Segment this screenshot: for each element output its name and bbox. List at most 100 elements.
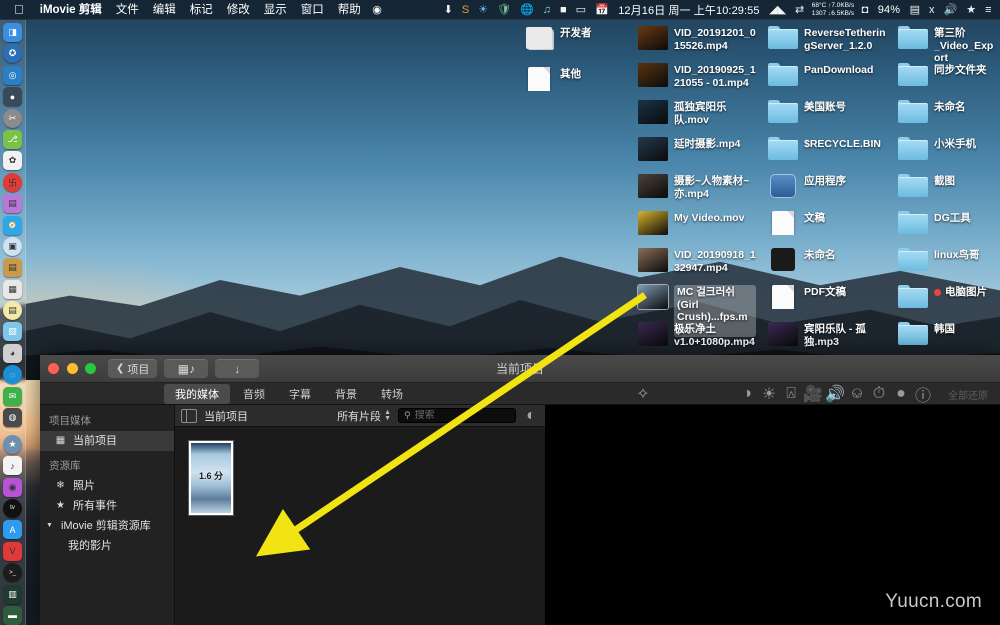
desktop-icon[interactable]: ReverseTetheringServer_1.2.0 (768, 26, 886, 52)
dock-item-activity-monitor[interactable]: ▥ (3, 584, 22, 604)
desktop-icon[interactable]: linux鸟哥 (898, 248, 998, 272)
desktop-icon[interactable]: 截图 (898, 174, 998, 198)
sidebar-group-imovie-library[interactable]: ▼ iMovie 剪辑资源库 (40, 516, 174, 536)
project-clip-thumbnail[interactable]: 1.6 分 (189, 441, 233, 515)
dock-item-app-gray-tool[interactable]: ✂ (3, 108, 22, 128)
color-correction-icon[interactable]: ☀ (758, 383, 780, 405)
desktop-icon[interactable]: 小米手机 (898, 137, 998, 161)
menu-item-modify[interactable]: 修改 (220, 0, 257, 20)
desktop-icon[interactable]: 极乐净土 v1.0+1080p.mp4 (638, 322, 756, 348)
wifi-icon[interactable]: ◘ (857, 4, 873, 16)
desktop-icon[interactable]: 美国账号 (768, 100, 886, 124)
dock-item-photos[interactable]: ✿ (3, 151, 22, 171)
battery-percent[interactable]: 94% (873, 4, 905, 16)
battery-chip-icon[interactable]: ▭ (571, 3, 590, 16)
desktop-icon[interactable]: 未命名 (768, 248, 886, 272)
desktop-icon[interactable]: 第三阶_Video_Export (898, 26, 998, 65)
shield-icon[interactable]: 🛡 (493, 3, 516, 16)
dock-item-notes[interactable]: ▤ (3, 258, 22, 278)
dock-item-finder[interactable]: ◨ (3, 23, 22, 42)
tab-0[interactable]: 我的媒体 (164, 383, 230, 404)
dock-item-android-studio[interactable]: ⎇ (3, 129, 22, 149)
star-icon[interactable]: ★ (962, 3, 981, 16)
desktop-icon[interactable]: PanDownload (768, 63, 886, 87)
desktop-icon[interactable]: My Video.mov (638, 211, 756, 235)
crop-icon[interactable]: ⍓ (780, 383, 802, 405)
info-icon[interactable]: ⓘ (912, 383, 934, 405)
sogou-icon[interactable]: S (457, 4, 473, 16)
menu-item-mark[interactable]: 标记 (183, 0, 220, 20)
dock-item-app-blue-round[interactable]: ◌ (3, 365, 22, 385)
search-field[interactable]: ⚲ (398, 408, 516, 423)
desktop-icon[interactable]: 同步文件夹 (898, 63, 998, 87)
filter-icon[interactable]: ● (890, 383, 912, 405)
menu-item-help[interactable]: 帮助 (331, 0, 368, 20)
dock-item-imovie[interactable]: ★ (3, 434, 22, 454)
dock-item-app-red[interactable]: 卐 (3, 172, 22, 192)
tab-4[interactable]: 转场 (370, 384, 414, 404)
bluetooth-icon[interactable]: x (925, 4, 940, 16)
dock-item-app-dark-ball[interactable]: ● (3, 87, 22, 107)
dock-item-calendar-app[interactable]: ▦ (3, 279, 22, 299)
desktop-icon[interactable]: 延时摄影.mp4 (638, 137, 756, 161)
browser-settings-icon[interactable]: ◐ (523, 405, 539, 427)
disclosure-triangle-icon[interactable]: ▼ (46, 519, 53, 533)
desktop-icon[interactable]: 应用程序 (768, 174, 886, 198)
dock-item-vivaldi[interactable]: V (3, 541, 22, 561)
browser-globe-icon[interactable]: ◉ (368, 3, 387, 16)
desktop-icon[interactable]: 摄影~人物素材~亦.mp4 (638, 174, 756, 200)
sidebar-item-photos[interactable]: ❄ 照片 (40, 476, 174, 496)
desktop-icon[interactable]: DG工具 (898, 211, 998, 235)
magic-wand-icon[interactable]: ✧ (632, 383, 654, 405)
switch-icon[interactable]: ⇄ (791, 3, 809, 16)
maximize-button[interactable] (85, 363, 96, 374)
chat-icon[interactable]: ☀ (474, 3, 493, 16)
equalizer-icon[interactable]: ⎉ (846, 383, 868, 405)
sidebar-item-current-project[interactable]: ▦ 当前项目 (40, 431, 174, 451)
sidebar-item-my-movies[interactable]: 我的影片 (40, 536, 174, 556)
preview-viewer[interactable]: Yuucn.com (545, 405, 1000, 625)
globe-icon[interactable]: 🌐 (516, 3, 539, 16)
clip-filter-select[interactable]: 所有片段 ▲ ▼ (337, 408, 391, 424)
tab-1[interactable]: 音频 (232, 384, 276, 404)
download-button[interactable]: ↓ (215, 359, 260, 378)
download-icon[interactable]: ⬇ (439, 3, 457, 16)
volume-icon[interactable]: 🔊 (824, 383, 846, 405)
dock-item-apple-tv[interactable]: tv (3, 498, 22, 518)
desktop-icon[interactable]: 宾阳乐队 - 孤独.mp3 (768, 322, 886, 348)
sidebar-toggle-icon[interactable] (181, 408, 197, 423)
sidebar-item-all-events[interactable]: ★ 所有事件 (40, 496, 174, 516)
mouse-icon[interactable]: ■ (555, 4, 571, 16)
dock-item-app-circle-blue[interactable]: ✪ (3, 44, 22, 64)
desktop-icon[interactable]: VID_20190918_132947.mp4 (638, 248, 756, 274)
dock-item-app-camera[interactable]: ◎ (3, 65, 22, 85)
close-button[interactable] (48, 363, 59, 374)
desktop-icon[interactable]: VID_20191201_015526.mp4 (638, 26, 756, 52)
dock-item-safari[interactable]: 🧭 (3, 215, 22, 235)
menu-item-window[interactable]: 窗口 (294, 0, 331, 20)
network-stats[interactable]: 68°C ↑7.0KB/s 1307 ↓6.5KB/s (809, 2, 857, 17)
dock-item-itunes-music[interactable]: ♪ (3, 456, 22, 476)
minimize-button[interactable] (66, 363, 78, 374)
import-media-button[interactable]: ▦♪ (164, 359, 209, 378)
desktop-icon[interactable]: 孤独宾阳乐队.mov (638, 100, 756, 126)
tab-2[interactable]: 字幕 (278, 384, 322, 404)
calendar-icon[interactable]: 📅 (591, 3, 614, 16)
tab-3[interactable]: 背景 (324, 384, 368, 404)
dock-item-preview[interactable]: ▣ (3, 236, 22, 256)
dock-item-terminal[interactable]: >_ (3, 563, 22, 583)
dock-item-app-store[interactable]: A (3, 520, 22, 540)
revert-all-button[interactable]: 全部还原 (948, 387, 988, 402)
dock-item-color-wheel[interactable]: ◕ (3, 343, 22, 363)
desktop-icon[interactable]: VID_20190925_121055 - 01.mp4 (638, 63, 756, 89)
desktop-icon[interactable]: PDF文稿 (768, 285, 886, 309)
apple-menu-icon[interactable]:  (4, 0, 33, 20)
menu-item-edit[interactable]: 编辑 (146, 0, 183, 20)
back-to-projects-button[interactable]: ❮ 项目 (108, 359, 158, 378)
desktop-icon[interactable]: 电脑图片 (898, 285, 998, 309)
dock-item-app-purple[interactable]: ▤ (3, 194, 22, 214)
menu-item-file[interactable]: 文件 (109, 0, 146, 20)
desktop-icon[interactable]: $RECYCLE.BIN (768, 137, 886, 161)
dock-item-sticky-notes[interactable]: ▤ (3, 301, 22, 321)
music-icon[interactable]: ♫ (538, 4, 555, 16)
